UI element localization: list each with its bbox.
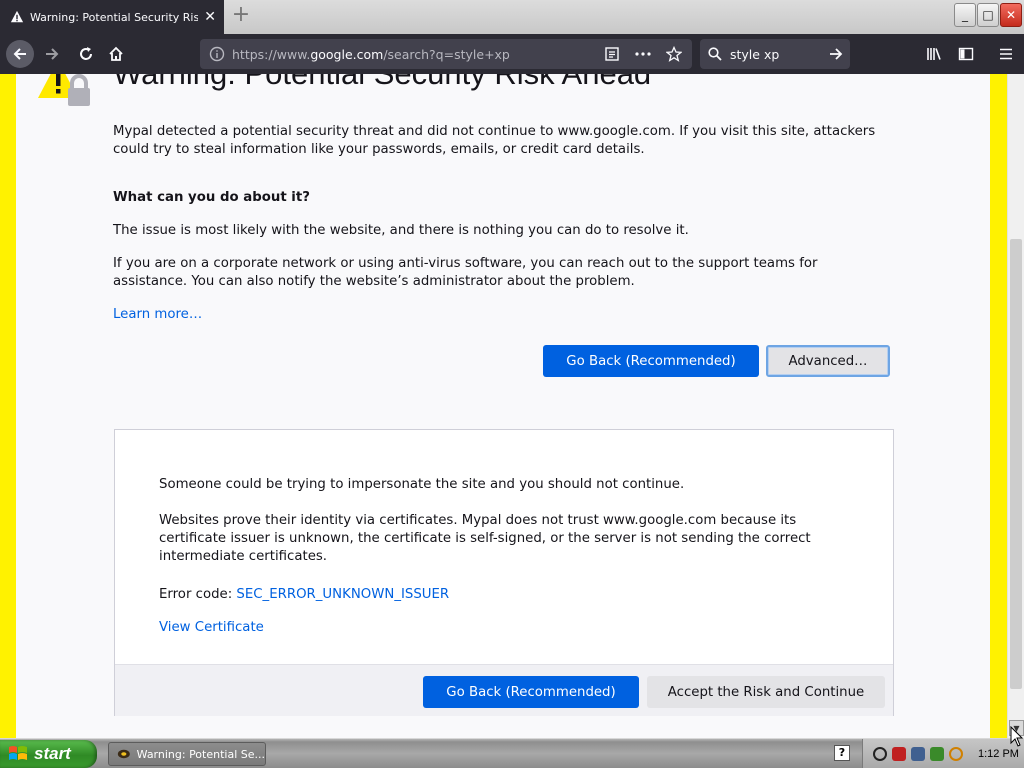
tray-app-icon-green[interactable] [930, 747, 944, 761]
search-bar[interactable]: style xp [700, 39, 850, 69]
url-prefix: https://www. [232, 46, 311, 62]
page-border-right [990, 74, 1007, 738]
forward-button[interactable] [36, 38, 68, 70]
window-close-button[interactable]: ✕ [1000, 3, 1022, 27]
search-icon [708, 47, 722, 61]
search-go-arrow-icon[interactable] [828, 46, 844, 62]
alarm-clock-icon[interactable] [873, 747, 887, 761]
browser-app-icon [117, 749, 130, 759]
url-path: /search?q=style+xp [383, 46, 510, 62]
url-bar[interactable]: https://www.google.com/search?q=style+xp [200, 39, 692, 69]
error-code-line: Error code: SEC_ERROR_UNKNOWN_ISSUER [159, 586, 859, 604]
page-title: Warning: Potential Security Risk Ahead [113, 74, 651, 92]
tab-title: Warning: Potential Security Risk A [30, 10, 198, 24]
mouse-cursor-icon [1010, 726, 1024, 747]
page-actions-icon[interactable] [634, 46, 652, 62]
url-text: https://www.google.com/search?q=style+xp [232, 47, 510, 62]
library-icon [927, 48, 941, 60]
scrollbar-thumb[interactable] [1010, 239, 1022, 689]
tray-app-icon-red[interactable] [892, 747, 906, 761]
taskbar-item-browser[interactable]: Warning: Potential Se... [108, 742, 266, 766]
network-icon[interactable] [911, 747, 925, 761]
warning-icon [10, 10, 24, 23]
magnifier-tray-icon[interactable] [949, 747, 963, 761]
go-back-button-bottom[interactable]: Go Back (Recommended) [423, 676, 639, 708]
navigation-toolbar: https://www.google.com/search?q=style+xp… [0, 34, 1024, 74]
vertical-scrollbar[interactable]: ▼ [1007, 74, 1024, 738]
arrow-right-icon [46, 48, 59, 60]
view-certificate-link[interactable]: View Certificate [159, 619, 859, 637]
library-button[interactable] [918, 38, 950, 70]
reader-view-icon[interactable] [604, 46, 620, 62]
start-label: start [34, 744, 71, 763]
intro-text: Mypal detected a potential security thre… [113, 124, 876, 157]
minimize-button[interactable]: _ [954, 3, 976, 27]
windows-flag-icon [9, 746, 27, 760]
learn-more-link[interactable]: Learn more… [113, 306, 893, 324]
tab-close-icon[interactable]: ✕ [204, 9, 216, 25]
sidebar-button[interactable] [950, 38, 982, 70]
go-back-button[interactable]: Go Back (Recommended) [543, 345, 759, 377]
taskbar-item-label: Warning: Potential Se... [136, 747, 265, 761]
reload-icon [80, 47, 92, 60]
page-border-left [0, 74, 16, 738]
start-button[interactable]: start [0, 740, 97, 768]
accept-risk-button[interactable]: Accept the Risk and Continue [647, 676, 885, 708]
info-icon[interactable] [208, 46, 226, 62]
url-host: google.com [310, 46, 384, 62]
sidebar-icon [958, 47, 974, 61]
maximize-button[interactable]: □ [977, 3, 999, 27]
system-tray: 1:12 PM [862, 739, 1024, 768]
back-button[interactable] [4, 38, 36, 70]
page-viewport: Warning: Potential Security Risk Ahead M… [0, 74, 1007, 738]
advanced-panel-footer: Go Back (Recommended) Accept the Risk an… [115, 664, 893, 716]
issue-text: The issue is most likely with the websit… [113, 223, 689, 238]
new-tab-button[interactable]: + [230, 4, 252, 26]
error-code-link[interactable]: SEC_ERROR_UNKNOWN_ISSUER [236, 587, 449, 602]
impersonate-warning-text: Someone could be trying to impersonate t… [159, 477, 685, 492]
error-code-label: Error code: [159, 587, 237, 602]
what-can-you-do-heading: What can you do about it? [113, 190, 310, 205]
menu-button[interactable] [990, 38, 1022, 70]
home-button[interactable] [100, 38, 132, 70]
home-icon [109, 46, 123, 61]
search-input[interactable]: style xp [730, 47, 779, 62]
tab-active[interactable]: Warning: Potential Security Risk A ✕ [0, 0, 224, 34]
help-icon[interactable]: ? [834, 745, 850, 761]
hamburger-menu-icon [1000, 48, 1012, 60]
advanced-panel: Someone could be trying to impersonate t… [114, 429, 894, 716]
corporate-network-text: If you are on a corporate network or usi… [113, 256, 818, 289]
tab-strip: Warning: Potential Security Risk A ✕ + _… [0, 0, 1024, 34]
certificate-explanation-text: Websites prove their identity via certif… [159, 513, 811, 564]
advanced-button[interactable]: Advanced… [766, 345, 890, 377]
taskbar: start Warning: Potential Se... ? 1:12 PM [0, 738, 1024, 768]
security-warning-icon [38, 74, 90, 106]
arrow-left-icon [13, 48, 26, 60]
clock: 1:12 PM [978, 748, 1019, 760]
bookmark-star-icon[interactable] [666, 46, 682, 62]
reload-button[interactable] [70, 38, 102, 70]
